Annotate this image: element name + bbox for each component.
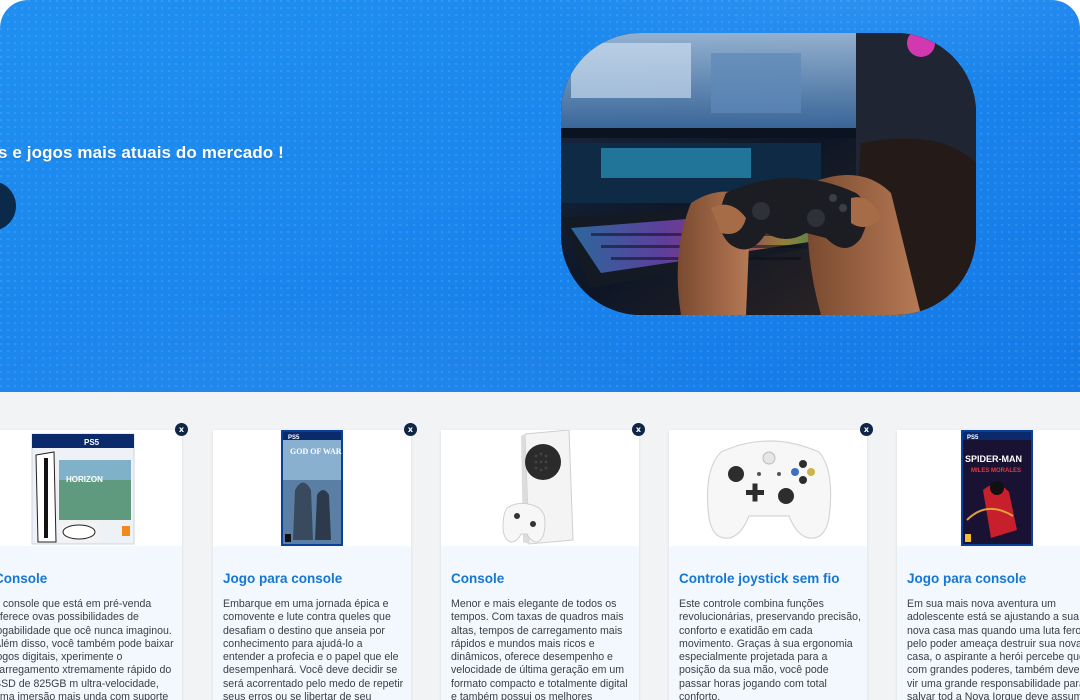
close-icon[interactable]: x — [860, 423, 873, 436]
product-description: Menor e mais elegante de todos os tempos… — [451, 598, 628, 700]
svg-text:MILES MORALES: MILES MORALES — [971, 468, 1021, 474]
svg-text:HORIZON: HORIZON — [66, 475, 103, 484]
product-title: Jogo para console — [907, 571, 1027, 586]
svg-text:GOD OF WAR: GOD OF WAR — [290, 447, 342, 456]
gamer-controller-photo — [561, 33, 976, 315]
svg-text:PS5: PS5 — [84, 438, 100, 447]
product-title: Controle joystick sem fio — [679, 571, 840, 586]
xbox-wireless-controller-image — [669, 430, 867, 546]
ps5-horizon-bundle-image: PS5 HORIZON — [0, 430, 182, 546]
product-card[interactable]: PS5 HORIZON Console e console que está e… — [0, 430, 182, 700]
close-icon[interactable]: x — [404, 423, 417, 436]
hero-tagline: s e jogos mais atuais do mercado ! — [0, 143, 284, 162]
product-card[interactable]: Controle joystick sem fio Este controle … — [669, 430, 867, 700]
xbox-series-s-console-image — [441, 430, 639, 546]
product-description: Embarque em uma jornada épica e comovent… — [223, 598, 404, 700]
product-title: Jogo para console — [223, 571, 343, 586]
product-description: Este controle combina funções revolucion… — [679, 598, 861, 700]
product-title: Console — [451, 571, 505, 586]
god-of-war-ps5-case-image: PS5 GOD OF WAR — [213, 430, 411, 546]
close-icon[interactable]: x — [175, 423, 188, 436]
spider-man-miles-morales-case-image: PS5 SPIDER-MAN MILES MORALES — [897, 430, 1080, 546]
product-description: Em sua mais nova aventura um adolescente… — [907, 598, 1080, 700]
page: s e jogos mais atuais do mercado ! PS5 H… — [0, 0, 1080, 700]
product-card[interactable]: PS5 GOD OF WAR Jogo para console Embarqu… — [213, 430, 411, 700]
product-card[interactable]: PS5 SPIDER-MAN MILES MORALES Jogo para c… — [897, 430, 1080, 700]
product-card[interactable]: Console Menor e mais elegante de todos o… — [441, 430, 639, 700]
hero-banner: s e jogos mais atuais do mercado ! — [0, 0, 1080, 392]
close-icon[interactable]: x — [632, 423, 645, 436]
product-description: e console que está em pré-venda oferece … — [0, 598, 174, 700]
product-title: Console — [0, 571, 48, 586]
svg-text:SPIDER-MAN: SPIDER-MAN — [965, 454, 1022, 464]
